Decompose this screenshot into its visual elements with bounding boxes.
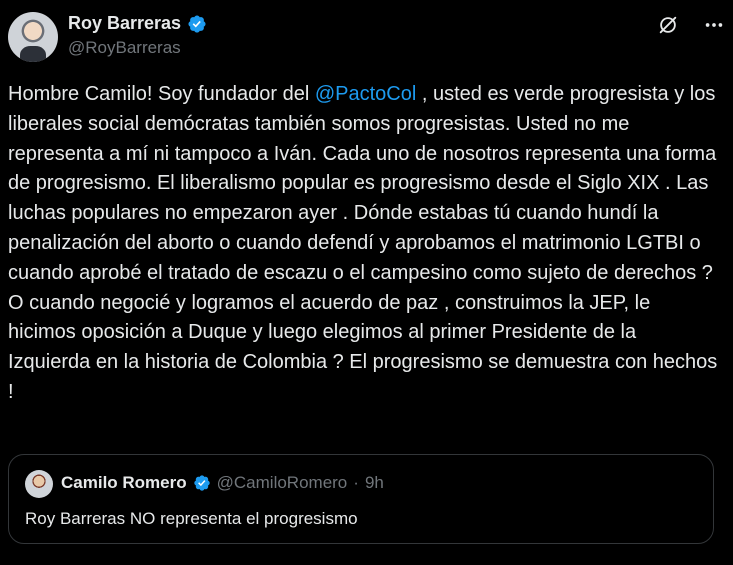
quoted-tweet-text: Roy Barreras NO representa el progresism… <box>25 509 358 528</box>
tweet-text: Hombre Camilo! Soy fundador del @PactoCo… <box>8 80 720 408</box>
quoted-author-row: Camilo Romero @CamiloRomero · 9h <box>61 473 384 493</box>
quoted-separator: · <box>353 473 359 492</box>
author-row: Roy Barreras <box>68 13 207 34</box>
author-name[interactable]: Roy Barreras <box>68 13 181 34</box>
mention-link[interactable]: @PactoCol <box>315 83 416 105</box>
more-options-icon[interactable] <box>703 14 725 36</box>
grok-icon[interactable] <box>657 14 679 36</box>
quoted-tweet[interactable]: Camilo Romero @CamiloRomero · 9h Roy Bar… <box>8 454 714 544</box>
tweet-text-part2: , usted es verde progresista y los liber… <box>8 83 718 403</box>
verified-badge-icon <box>188 14 206 33</box>
header-actions <box>657 14 725 36</box>
quoted-avatar[interactable] <box>25 470 53 498</box>
avatar[interactable] <box>8 12 58 62</box>
author-handle[interactable]: @RoyBarreras <box>68 38 181 58</box>
tweet-header: Roy Barreras @RoyBarreras <box>8 10 725 62</box>
quoted-author-name[interactable]: Camilo Romero <box>61 473 187 493</box>
quoted-verified-badge-icon <box>193 475 210 491</box>
quoted-timestamp[interactable]: 9h <box>365 473 384 493</box>
quoted-author-handle[interactable]: @CamiloRomero <box>217 473 348 493</box>
tweet-text-part1: Hombre Camilo! Soy fundador del <box>8 83 315 105</box>
